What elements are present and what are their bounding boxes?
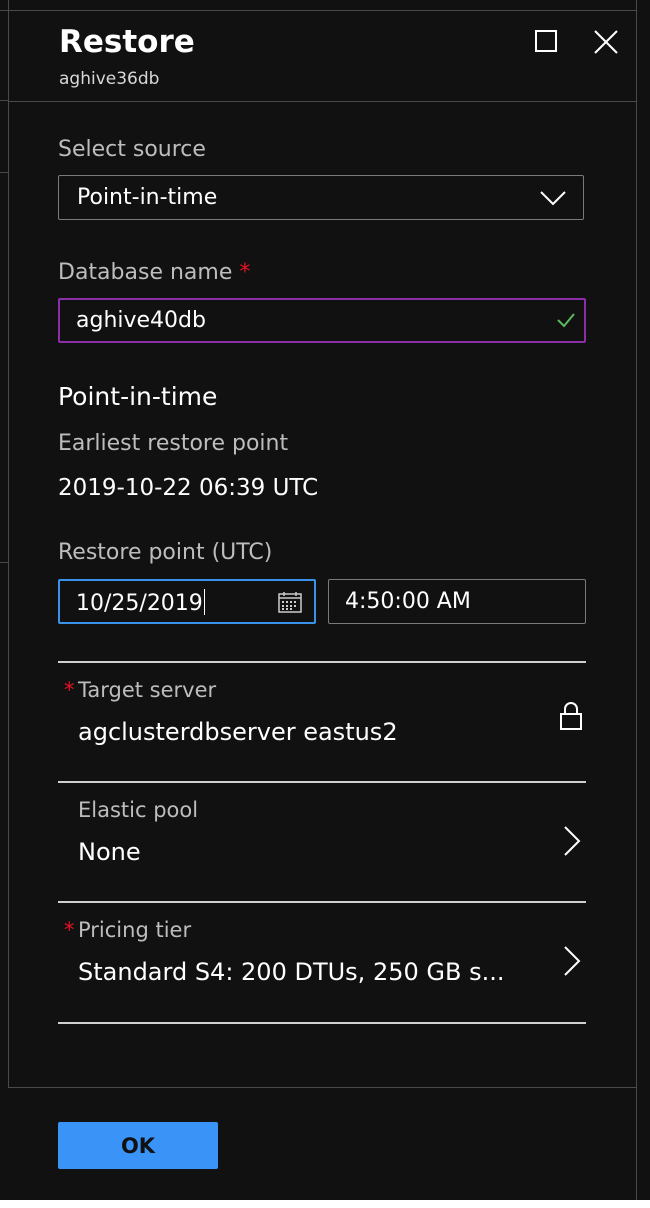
pricing-tier-value: Standard S4: 200 DTUs, 250 GB s... (78, 958, 505, 986)
restore-point-label: Restore point (UTC) (58, 540, 273, 565)
footer-divider (8, 1087, 636, 1088)
restore-date-input[interactable]: 10/25/2019 (58, 579, 316, 624)
target-server-row[interactable]: * Target server agclusterdbserver eastus… (58, 663, 586, 781)
right-pane-edge (637, 0, 650, 1200)
checkmark-icon (557, 313, 575, 328)
restore-time-value: 4:50:00 AM (345, 589, 471, 614)
required-asterisk: * (239, 260, 251, 285)
pricing-tier-row[interactable]: * Pricing tier Standard S4: 200 DTUs, 25… (58, 903, 586, 1021)
restore-blade: Restore aghive36db Select source Point-i… (0, 0, 650, 1200)
row-divider (58, 1022, 586, 1024)
source-dropdown[interactable]: Point-in-time (58, 175, 584, 220)
earliest-restore-point-label: Earliest restore point (58, 431, 289, 456)
required-asterisk: * (64, 918, 75, 942)
database-name-input[interactable]: aghive40db (58, 298, 586, 343)
lock-icon (560, 702, 582, 730)
source-dropdown-value: Point-in-time (77, 185, 218, 210)
chevron-down-icon (540, 191, 566, 206)
target-server-label: * Target server (64, 678, 217, 702)
elastic-pool-value: None (78, 838, 141, 866)
header-divider (8, 101, 636, 102)
pricing-tier-label: * Pricing tier (64, 918, 192, 942)
close-icon[interactable] (593, 29, 619, 55)
maximize-icon[interactable] (535, 30, 557, 52)
top-divider (0, 10, 638, 11)
blade-title: Restore (59, 24, 195, 60)
database-name-label: Database name * (58, 259, 250, 287)
database-name-value: aghive40db (76, 308, 206, 333)
select-source-label: Select source (58, 137, 206, 162)
database-name-label-text: Database name (58, 260, 233, 285)
target-server-value: agclusterdbserver eastus2 (78, 718, 398, 746)
point-in-time-heading: Point-in-time (58, 382, 218, 411)
chevron-right-icon (564, 826, 581, 856)
elastic-pool-row[interactable]: Elastic pool None (58, 783, 586, 901)
earliest-restore-point-value: 2019-10-22 06:39 UTC (58, 475, 319, 501)
restore-time-input[interactable]: 4:50:00 AM (328, 579, 586, 624)
ok-button[interactable]: OK (58, 1122, 218, 1169)
calendar-icon[interactable] (278, 591, 302, 613)
blade-subtitle: aghive36db (59, 69, 160, 89)
chevron-right-icon (564, 946, 581, 976)
left-pane-edge (0, 0, 9, 1088)
required-asterisk: * (64, 678, 75, 702)
restore-date-value: 10/25/2019 (76, 589, 205, 616)
elastic-pool-label: Elastic pool (78, 798, 199, 822)
